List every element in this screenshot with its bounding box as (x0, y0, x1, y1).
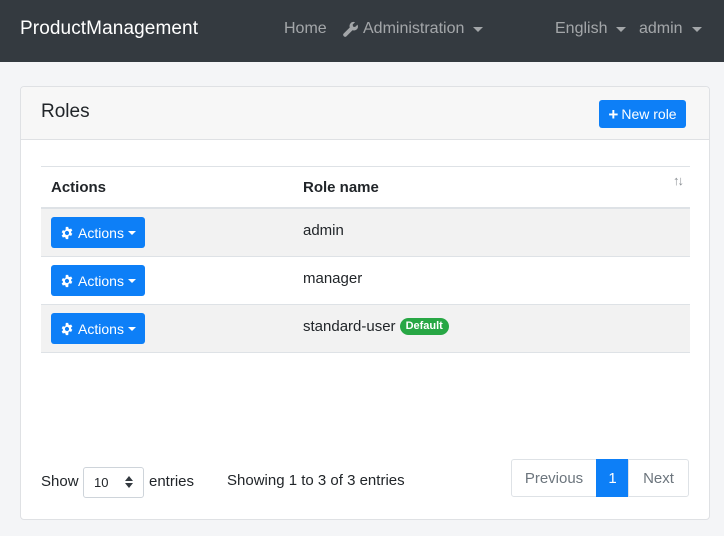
select-arrows-icon (125, 476, 133, 488)
gear-icon (61, 322, 73, 335)
table-row: Actions admin (41, 209, 690, 257)
default-badge: Default (399, 318, 449, 335)
new-role-button[interactable]: + New role (599, 100, 686, 128)
user-label: admin (639, 20, 683, 37)
column-header-role-name[interactable]: Role name (303, 179, 379, 196)
table-row: Actions manager (41, 257, 690, 305)
roles-table: Actions Role name ↑↓ Actions admin Actio (41, 166, 690, 353)
actions-dropdown-button[interactable]: Actions (51, 217, 145, 248)
nav-administration-dropdown[interactable]: Administration (342, 20, 484, 38)
table-info: Showing 1 to 3 of 3 entries (227, 472, 405, 489)
chevron-down-icon (127, 230, 136, 235)
actions-label: Actions (78, 320, 124, 337)
actions-dropdown-button[interactable]: Actions (51, 313, 145, 344)
card-header: Roles + New role (21, 87, 709, 140)
next-page-button[interactable]: Next (628, 459, 689, 497)
table-row: Actions standard-user Default (41, 305, 690, 353)
pagination: Previous 1 Next (511, 459, 689, 497)
nav-administration-label: Administration (363, 20, 465, 37)
chevron-down-icon (691, 27, 702, 32)
show-label: Show (41, 473, 79, 490)
actions-dropdown-button[interactable]: Actions (51, 265, 145, 296)
new-role-label: New role (621, 106, 677, 122)
brand-link[interactable]: ProductManagement (20, 18, 198, 40)
page-1-button[interactable]: 1 (596, 459, 629, 497)
gear-icon (61, 226, 73, 239)
chevron-down-icon (473, 27, 484, 32)
roles-card: Roles + New role Actions Role name ↑↓ Ac… (20, 86, 710, 520)
role-name: admin (303, 222, 344, 239)
top-navbar: ProductManagement Home Administration En… (0, 0, 724, 62)
role-name: standard-user (303, 318, 396, 335)
table-header: Actions Role name ↑↓ (41, 166, 690, 209)
page-title: Roles (41, 101, 90, 122)
user-menu-dropdown[interactable]: admin (639, 20, 702, 38)
actions-label: Actions (78, 224, 124, 241)
role-name-cell: manager (303, 270, 362, 287)
page-size-value: 10 (94, 475, 109, 490)
page-size-select[interactable]: 10 (83, 467, 144, 498)
column-header-actions: Actions (51, 179, 107, 196)
language-dropdown[interactable]: English (555, 20, 627, 38)
chevron-down-icon (127, 326, 136, 331)
plus-icon: + (608, 104, 619, 124)
sort-icon[interactable]: ↑↓ (673, 173, 684, 188)
previous-page-button[interactable]: Previous (511, 459, 597, 497)
entries-label: entries (149, 473, 195, 490)
role-name-cell: admin (303, 222, 344, 239)
role-name-cell: standard-user Default (303, 318, 449, 335)
actions-label: Actions (78, 272, 124, 289)
language-label: English (555, 20, 608, 37)
nav-home-link[interactable]: Home (284, 20, 327, 38)
chevron-down-icon (127, 278, 136, 283)
chevron-down-icon (616, 27, 627, 32)
role-name: manager (303, 270, 363, 287)
gear-icon (61, 274, 73, 287)
wrench-icon (343, 21, 358, 37)
